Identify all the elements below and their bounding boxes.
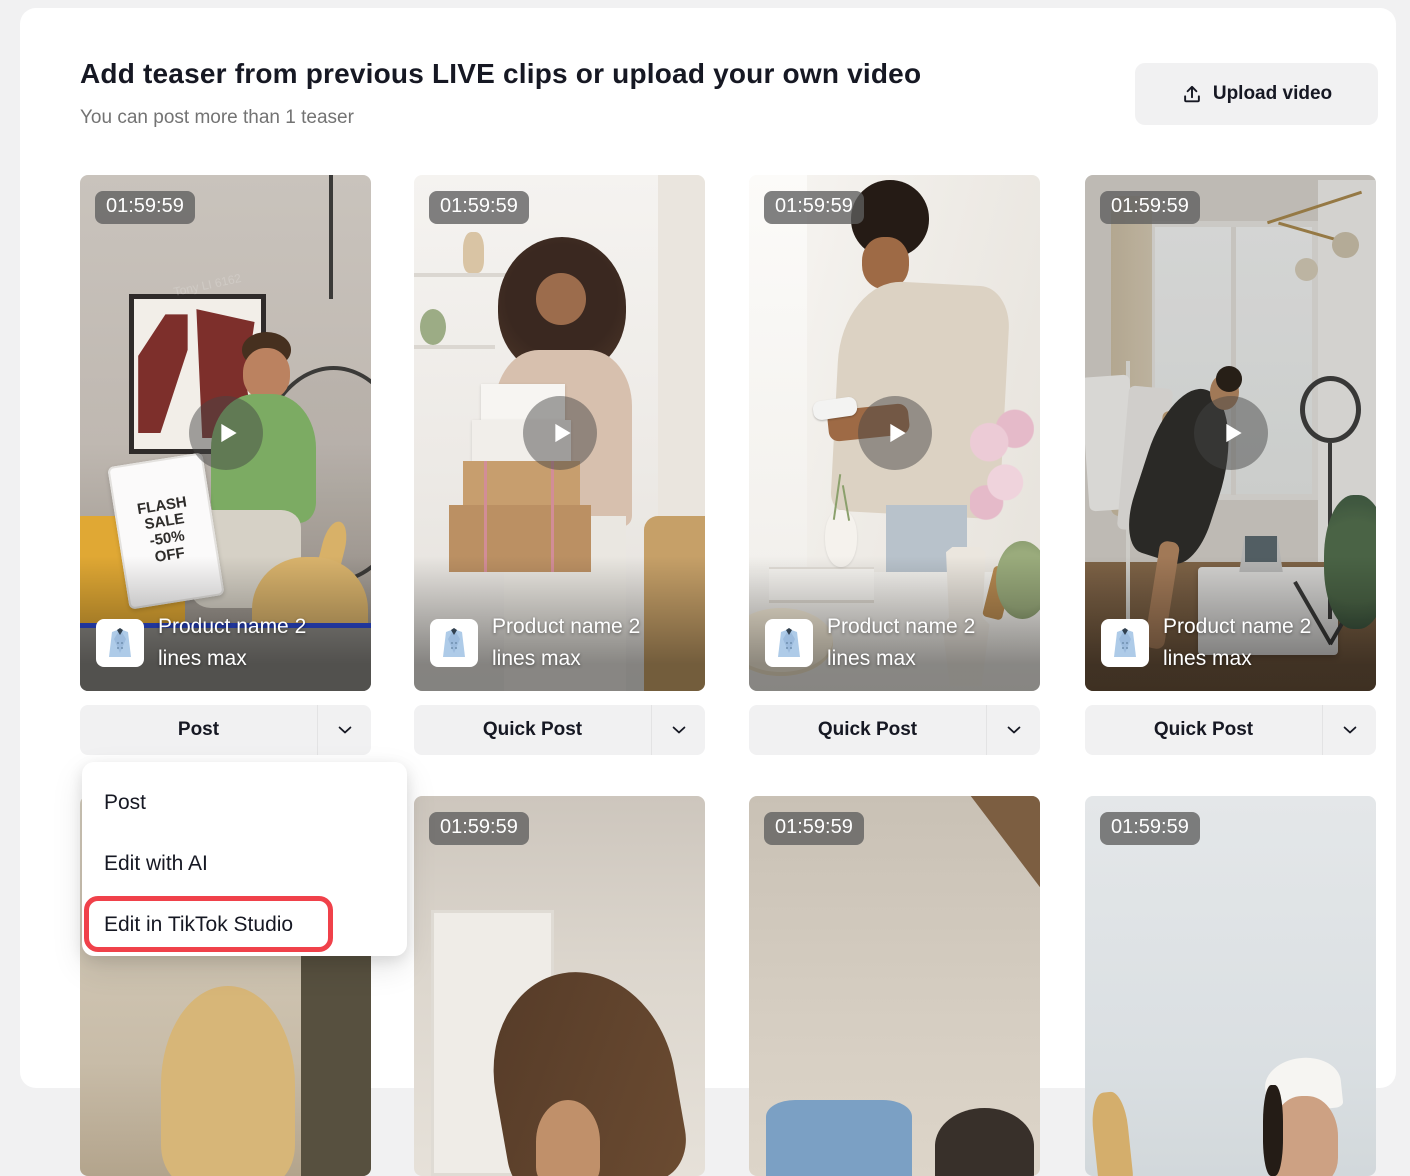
product-name: Product name 2 lines max [158, 611, 338, 675]
menu-item-post[interactable]: Post [82, 772, 407, 833]
product-name: Product name 2 lines max [492, 611, 672, 675]
product-thumbnail [765, 619, 813, 667]
duration-badge: 01:59:59 [1100, 812, 1200, 845]
play-icon [879, 417, 911, 449]
teaser-card-6[interactable]: 01:59:59 [414, 796, 705, 1176]
blazer-product-image [434, 623, 474, 663]
post-split-button-2: Quick Post [414, 705, 705, 755]
chevron-down-icon [335, 720, 355, 740]
menu-item-edit-in-tiktok-studio[interactable]: Edit in TikTok Studio [82, 894, 407, 955]
post-options-toggle[interactable] [986, 705, 1040, 755]
video-thumbnail-scene [1085, 796, 1376, 1176]
shelf [414, 273, 507, 277]
product-row: Product name 2 lines max [96, 611, 361, 675]
duration-badge: 01:59:59 [429, 812, 529, 845]
blonde-hair [161, 986, 295, 1176]
person-hair [1263, 1085, 1283, 1176]
post-split-button-3: Quick Post [749, 705, 1040, 755]
play-button[interactable] [1194, 396, 1268, 470]
post-options-toggle[interactable] [651, 705, 705, 755]
person-face [243, 348, 290, 400]
product-thumbnail [96, 619, 144, 667]
chevron-down-icon [669, 720, 689, 740]
video-thumbnail-scene [414, 796, 705, 1176]
teaser-card-2[interactable]: 01:59:59 Product name 2 lines max [414, 175, 705, 691]
teaser-card-1[interactable]: FLASH SALE -50% OFF Tony LI 6162 01:59:5… [80, 175, 371, 691]
quick-post-action-button[interactable]: Quick Post [1085, 705, 1322, 755]
duration-badge: 01:59:59 [429, 191, 529, 224]
shelf [414, 345, 495, 349]
person-face [536, 273, 585, 325]
quick-post-action-button[interactable]: Quick Post [414, 705, 651, 755]
blazer-product-image [100, 623, 140, 663]
teaser-card-8[interactable]: 01:59:59 [1085, 796, 1376, 1176]
page-subtitle: You can post more than 1 teaser [80, 107, 354, 129]
quick-post-action-button[interactable]: Quick Post [749, 705, 986, 755]
menu-item-edit-with-ai[interactable]: Edit with AI [82, 833, 407, 894]
product-name: Product name 2 lines max [1163, 611, 1343, 675]
blazer-product-image [769, 623, 809, 663]
window-light [749, 175, 807, 577]
hanging-chair-chain [329, 175, 333, 299]
post-split-button-1: Post [80, 705, 371, 755]
upload-icon [1181, 83, 1203, 105]
teaser-card-7[interactable]: 01:59:59 [749, 796, 1040, 1176]
shelf-plant [420, 309, 446, 345]
teaser-card-3[interactable]: 01:59:59 Product name 2 lines max [749, 175, 1040, 691]
post-split-button-4: Quick Post [1085, 705, 1376, 755]
post-options-toggle[interactable] [1322, 705, 1376, 755]
play-button[interactable] [523, 396, 597, 470]
teaser-card-4[interactable]: 01:59:59 Product name 2 lines max [1085, 175, 1376, 691]
product-row: Product name 2 lines max [430, 611, 695, 675]
blazer-product-image [1105, 623, 1145, 663]
play-button[interactable] [858, 396, 932, 470]
play-icon [210, 417, 242, 449]
product-row: Product name 2 lines max [765, 611, 1030, 675]
duration-badge: 01:59:59 [1100, 191, 1200, 224]
chevron-down-icon [1004, 720, 1024, 740]
post-action-button[interactable]: Post [80, 705, 317, 755]
shelf-vase [463, 232, 483, 273]
post-options-menu: Post Edit with AI Edit in TikTok Studio [82, 762, 407, 956]
pink-flowers [970, 402, 1034, 536]
person-face [536, 1100, 600, 1176]
page-title: Add teaser from previous LIVE clips or u… [80, 58, 921, 90]
upload-video-label: Upload video [1213, 83, 1332, 105]
chevron-down-icon [1340, 720, 1360, 740]
product-row: Product name 2 lines max [1101, 611, 1366, 675]
duration-badge: 01:59:59 [95, 191, 195, 224]
play-button[interactable] [189, 396, 263, 470]
upload-video-button[interactable]: Upload video [1135, 63, 1378, 125]
duration-badge: 01:59:59 [764, 812, 864, 845]
product-thumbnail [1101, 619, 1149, 667]
blue-shirt [766, 1100, 912, 1176]
person-face [862, 237, 909, 289]
add-teaser-panel: Add teaser from previous LIVE clips or u… [20, 8, 1396, 1088]
product-thumbnail [430, 619, 478, 667]
post-options-toggle[interactable] [317, 705, 371, 755]
product-name: Product name 2 lines max [827, 611, 1007, 675]
duration-badge: 01:59:59 [764, 191, 864, 224]
video-thumbnail-scene [749, 796, 1040, 1176]
play-icon [1215, 417, 1247, 449]
play-icon [544, 417, 576, 449]
